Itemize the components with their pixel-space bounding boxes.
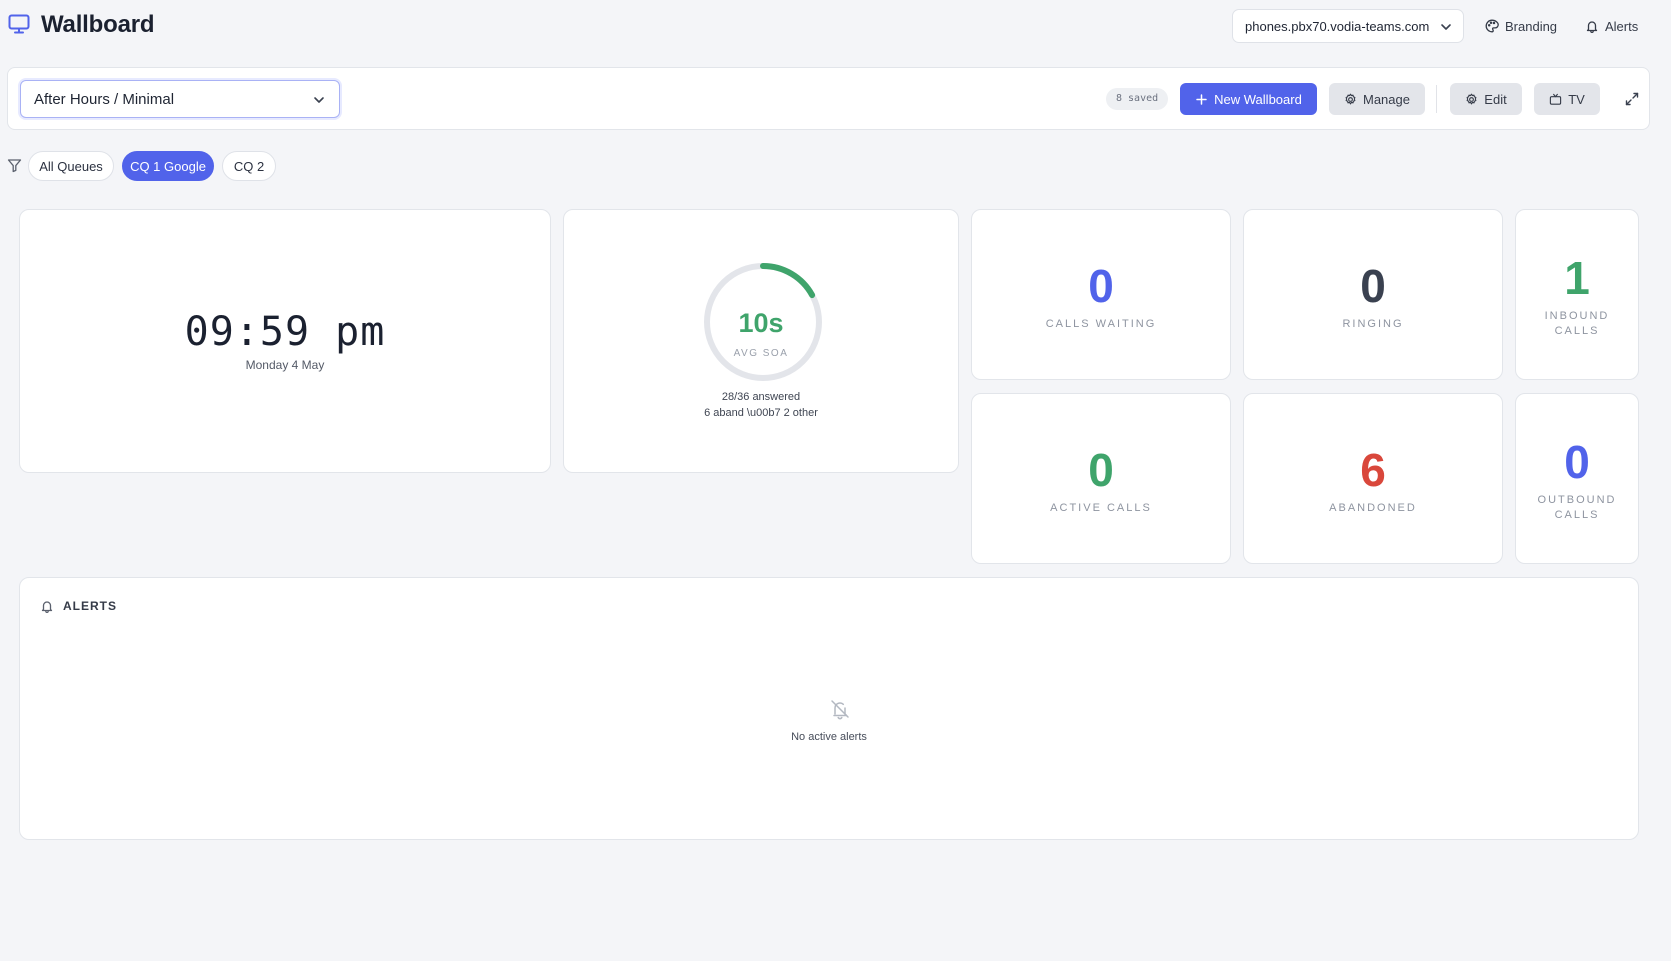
inbound-calls-label: INBOUND CALLS xyxy=(1544,310,1610,337)
queue-chip-label: CQ 2 xyxy=(233,158,265,174)
queue-chip-all[interactable]: All Queues xyxy=(28,151,114,181)
top-bar: Wallboard phones.pbx70.vodia-teams.com B… xyxy=(0,0,1671,52)
filter-icon xyxy=(7,159,22,173)
manage-button[interactable]: Manage xyxy=(1329,83,1425,115)
bell-icon xyxy=(1586,21,1598,33)
tv-label: TV xyxy=(1568,91,1585,107)
avg-soa-card: 10s AVG SOA 28/36 answered 6 aband \u00b… xyxy=(563,209,959,473)
clock-card: 09:59 pm Monday 4 May xyxy=(19,209,551,473)
calls-waiting-value: 0 xyxy=(1088,260,1114,312)
ringing-label: RINGING xyxy=(1342,318,1404,330)
new-wallboard-button[interactable]: New Wallboard xyxy=(1180,83,1317,115)
active-calls-card: 0 ACTIVE CALLS xyxy=(971,393,1231,564)
inbound-calls-value: 1 xyxy=(1564,252,1590,304)
queue-chip-label: CQ 1 Google xyxy=(130,158,206,174)
tv-icon xyxy=(1550,93,1562,105)
fullscreen-icon[interactable] xyxy=(1624,91,1640,107)
wallboard-select[interactable]: After Hours / Minimal xyxy=(20,80,340,118)
chevron-down-icon xyxy=(1441,24,1451,30)
page-title: Wallboard xyxy=(41,11,155,38)
palette-icon xyxy=(1485,19,1499,33)
alerts-link[interactable]: Alerts xyxy=(1585,17,1638,35)
avg-soa-label: AVG SOA xyxy=(733,348,789,359)
alerts-label: Alerts xyxy=(1605,18,1639,34)
calls-waiting-label: CALLS WAITING xyxy=(1045,318,1157,330)
chevron-down-icon xyxy=(314,97,324,103)
answered-count: 28/36 answered xyxy=(721,391,801,403)
server-select-value: phones.pbx70.vodia-teams.com xyxy=(1245,19,1430,34)
new-wallboard-label: New Wallboard xyxy=(1214,91,1302,107)
gear-icon xyxy=(1345,93,1356,104)
ringing-card: 0 RINGING xyxy=(1243,209,1503,380)
outbound-calls-label: OUTBOUND CALLS xyxy=(1537,494,1617,521)
branding-label: Branding xyxy=(1505,18,1558,34)
clock-time: 09:59 pm xyxy=(184,309,386,355)
plus-icon xyxy=(1196,93,1207,105)
wallboard-select-value: After Hours / Minimal xyxy=(34,91,175,108)
gear-icon xyxy=(1466,93,1477,104)
outbound-calls-value: 0 xyxy=(1564,436,1590,488)
abandoned-label: ABANDONED xyxy=(1329,502,1417,514)
branding-link[interactable]: Branding xyxy=(1485,17,1557,35)
bell-icon xyxy=(41,601,53,613)
abandoned-value: 6 xyxy=(1360,444,1386,496)
avg-soa-value: 10s xyxy=(738,308,784,338)
alerts-panel: ALERTS No active alerts xyxy=(19,577,1639,840)
active-calls-value: 0 xyxy=(1088,444,1114,496)
calls-waiting-card: 0 CALLS WAITING xyxy=(971,209,1231,380)
inbound-calls-card: 1 INBOUND CALLS xyxy=(1515,209,1639,380)
active-calls-label: ACTIVE CALLS xyxy=(1050,502,1152,514)
server-select[interactable]: phones.pbx70.vodia-teams.com xyxy=(1232,9,1464,43)
bell-off-icon xyxy=(831,700,849,720)
queue-chip-cq1[interactable]: CQ 1 Google xyxy=(122,151,214,181)
toolbar-divider xyxy=(1436,85,1437,113)
edit-label: Edit xyxy=(1484,91,1507,107)
tv-button[interactable]: TV xyxy=(1534,83,1600,115)
clock-date: Monday 4 May xyxy=(245,358,325,372)
call-breakdown: 6 aband \u00b7 2 other xyxy=(704,407,818,419)
manage-label: Manage xyxy=(1363,91,1410,107)
queue-chip-cq2[interactable]: CQ 2 xyxy=(222,151,276,181)
edit-button[interactable]: Edit xyxy=(1450,83,1522,115)
wallboard-toolbar: After Hours / Minimal 8 saved New Wallbo… xyxy=(7,67,1650,130)
ringing-value: 0 xyxy=(1360,260,1386,312)
alerts-panel-header: ALERTS xyxy=(40,599,117,613)
queue-chip-label: All Queues xyxy=(39,158,103,174)
monitor-icon xyxy=(8,14,30,34)
abandoned-card: 6 ABANDONED xyxy=(1243,393,1503,564)
saved-count-badge: 8 saved xyxy=(1106,88,1169,110)
alerts-empty-text: No active alerts xyxy=(791,731,867,743)
outbound-calls-card: 0 OUTBOUND CALLS xyxy=(1515,393,1639,564)
alerts-panel-title: ALERTS xyxy=(63,599,117,613)
